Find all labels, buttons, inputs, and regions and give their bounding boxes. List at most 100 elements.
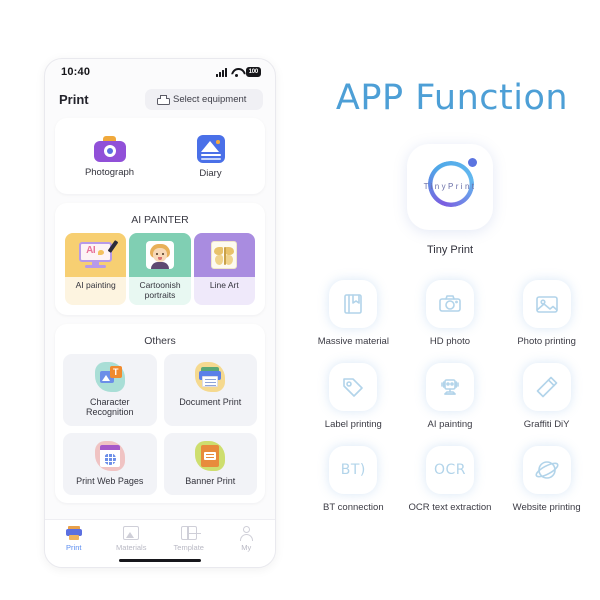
tab-label: Template bbox=[173, 543, 204, 552]
robot-icon bbox=[441, 379, 459, 395]
image-icon bbox=[535, 296, 558, 313]
browser-globe-icon bbox=[94, 441, 125, 472]
planet-icon bbox=[535, 461, 559, 479]
feature-label: OCR text extraction bbox=[408, 502, 492, 513]
signal-bars-icon bbox=[215, 67, 227, 77]
feature-grid: Massive material HD photo Photo printing… bbox=[305, 280, 595, 529]
feature-icon-box bbox=[425, 363, 474, 411]
feature-icon-box bbox=[522, 446, 571, 494]
status-time: 10:40 bbox=[61, 66, 91, 78]
feature-label: Massive material bbox=[317, 336, 389, 347]
select-equipment-button[interactable]: Select equipment bbox=[145, 89, 263, 110]
bluetooth-text-icon: BT) bbox=[340, 462, 366, 478]
feature-photo-printing[interactable]: Photo printing bbox=[498, 280, 595, 347]
other-tile-document-print[interactable]: Document Print bbox=[163, 353, 257, 427]
feature-label: Label printing bbox=[324, 419, 382, 430]
tile-photograph[interactable]: Photograph bbox=[63, 126, 156, 186]
tile-label: Photograph bbox=[84, 167, 135, 178]
document-printer-icon bbox=[195, 361, 226, 392]
printer-icon bbox=[65, 526, 82, 540]
other-tile-character-recognition[interactable]: T Character Recognition bbox=[63, 353, 157, 427]
status-indicators: 100 bbox=[215, 67, 261, 77]
image-text-icon: T bbox=[94, 361, 125, 392]
feature-label: AI painting bbox=[427, 419, 473, 430]
other-tile-label: Banner Print bbox=[185, 476, 236, 487]
other-tile-label: Print Web Pages bbox=[76, 476, 144, 487]
others-card: Others T Character Recognition Document … bbox=[55, 323, 265, 503]
app-logo: TinyPrint bbox=[407, 144, 493, 230]
feature-website-printing[interactable]: Website printing bbox=[498, 446, 595, 513]
feature-label: HD photo bbox=[429, 336, 471, 347]
butterfly-icon bbox=[211, 241, 238, 269]
pencil-icon bbox=[536, 376, 557, 398]
status-bar: 10:40 100 bbox=[45, 59, 275, 85]
feature-icon-box: BT) bbox=[329, 446, 378, 494]
logo-dot-icon bbox=[468, 158, 477, 167]
other-tile-banner-print[interactable]: Banner Print bbox=[163, 433, 257, 495]
feature-icon-box bbox=[425, 280, 474, 328]
bottom-tab-bar: Print Materials Template My bbox=[45, 519, 275, 567]
tab-print[interactable]: Print bbox=[45, 526, 103, 552]
other-tile-label: Document Print bbox=[179, 396, 242, 407]
logo-wordmark: TinyPrint bbox=[423, 182, 477, 191]
app-logo-block: TinyPrint Tiny Print bbox=[305, 144, 595, 256]
page-title: Print bbox=[59, 92, 89, 107]
section-title-others: Others bbox=[144, 334, 176, 347]
portrait-icon bbox=[145, 241, 174, 269]
feature-icon-box bbox=[522, 363, 571, 411]
feature-ocr-text-extraction[interactable]: OCR OCR text extraction bbox=[402, 446, 499, 513]
feature-icon-box bbox=[329, 363, 378, 411]
right-panel: APP Function TinyPrint Tiny Print Massiv… bbox=[305, 78, 595, 529]
home-indicator bbox=[119, 558, 201, 562]
other-tile-print-web-pages[interactable]: Print Web Pages bbox=[63, 433, 157, 495]
feature-label: BT connection bbox=[323, 502, 384, 513]
feature-massive-material[interactable]: Massive material bbox=[305, 280, 402, 347]
feature-ai-painting[interactable]: AI painting bbox=[402, 363, 499, 430]
layout-icon bbox=[180, 526, 202, 540]
user-icon bbox=[238, 526, 254, 541]
feature-icon-box: OCR bbox=[425, 446, 474, 494]
camera-icon bbox=[93, 136, 126, 162]
feature-label-printing[interactable]: Label printing bbox=[305, 363, 402, 430]
monitor-ai-icon: AI bbox=[79, 239, 119, 269]
ai-tile-ai-painting[interactable]: AI AI painting bbox=[65, 233, 127, 305]
tile-diary[interactable]: Diary bbox=[164, 126, 257, 186]
ai-tile-label: Cartoonish portraits bbox=[139, 280, 181, 300]
feature-label: Graffiti DiY bbox=[523, 419, 570, 430]
photo-diary-icon bbox=[196, 135, 225, 163]
app-function-poster: 10:40 100 Print Select equipment Photogr… bbox=[0, 0, 600, 600]
feature-icon-box bbox=[329, 280, 378, 328]
tab-my[interactable]: My bbox=[218, 526, 276, 552]
app-header: Print Select equipment bbox=[45, 85, 275, 118]
phone-mockup: 10:40 100 Print Select equipment Photogr… bbox=[44, 58, 276, 568]
quick-tiles-card: Photograph Diary bbox=[55, 118, 265, 194]
book-bookmark-icon bbox=[344, 294, 363, 314]
feature-hd-photo[interactable]: HD photo bbox=[402, 280, 499, 347]
feature-label: Website printing bbox=[512, 502, 581, 513]
feature-label: Photo printing bbox=[517, 336, 576, 347]
app-function-title: APP Function bbox=[335, 78, 569, 118]
battery-icon: 100 bbox=[245, 67, 261, 77]
tab-materials[interactable]: Materials bbox=[103, 526, 161, 552]
camera-icon bbox=[439, 295, 461, 312]
tab-label: Materials bbox=[116, 543, 147, 552]
printer-icon bbox=[157, 94, 170, 105]
ai-tile-cartoonish-portraits[interactable]: Cartoonish portraits bbox=[129, 233, 191, 305]
ai-tile-label: Line Art bbox=[209, 280, 239, 290]
tag-icon bbox=[343, 378, 364, 397]
feature-bt-connection[interactable]: BT) BT connection bbox=[305, 446, 402, 513]
app-name: Tiny Print bbox=[426, 244, 474, 256]
gallery-icon bbox=[123, 526, 140, 540]
select-equipment-label: Select equipment bbox=[173, 94, 247, 105]
tab-template[interactable]: Template bbox=[160, 526, 218, 552]
tile-label: Diary bbox=[199, 168, 222, 179]
ocr-text-icon: OCR bbox=[433, 462, 466, 478]
tab-label: Print bbox=[66, 543, 82, 552]
wifi-icon bbox=[231, 68, 242, 77]
ai-tile-label: AI painting bbox=[75, 280, 116, 290]
ai-painter-card: AI PAINTER AI AI painting Cartoonish por… bbox=[55, 203, 265, 315]
feature-graffiti-diy[interactable]: Graffiti DiY bbox=[498, 363, 595, 430]
tab-label: My bbox=[241, 543, 252, 552]
ai-tile-line-art[interactable]: Line Art bbox=[193, 233, 255, 305]
other-tile-label: Character Recognition bbox=[85, 396, 134, 418]
